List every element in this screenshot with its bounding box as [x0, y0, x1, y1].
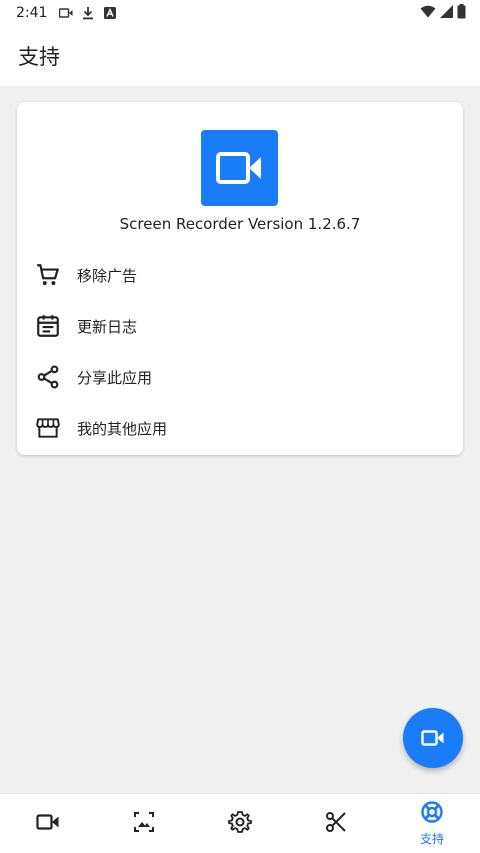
menu-item-remove-ads[interactable]: 移除广告 — [17, 250, 463, 300]
status-right — [420, 3, 466, 23]
store-icon — [35, 415, 61, 441]
video-camera-icon — [421, 730, 444, 746]
changelog-icon — [35, 313, 61, 339]
app-notification-icon — [103, 6, 117, 20]
app-bar: 支持 — [0, 26, 480, 86]
image-icon — [132, 810, 156, 838]
record-fab-button[interactable] — [403, 708, 463, 768]
nav-item-record[interactable] — [0, 794, 96, 853]
nav-item-settings[interactable] — [192, 794, 288, 853]
wifi-icon — [420, 5, 436, 22]
download-icon — [81, 6, 95, 20]
menu-item-share[interactable]: 分享此应用 — [17, 352, 463, 402]
share-icon — [35, 364, 61, 390]
video-notification-icon — [59, 6, 73, 20]
lifebuoy-icon — [420, 800, 444, 828]
nav-item-gallery[interactable] — [96, 794, 192, 853]
menu-item-label: 我的其他应用 — [77, 419, 168, 438]
nav-item-edit[interactable] — [288, 794, 384, 853]
version-text: Screen Recorder Version 1.2.6.7 — [119, 215, 361, 233]
cart-icon — [35, 262, 61, 288]
menu-item-label: 移除广告 — [77, 266, 138, 285]
menu-item-changelog[interactable]: 更新日志 — [17, 301, 463, 351]
status-time: 2:41 — [16, 5, 48, 21]
menu-item-label: 更新日志 — [77, 317, 138, 336]
menu-item-label: 分享此应用 — [77, 368, 153, 387]
battery-icon — [457, 3, 466, 23]
app-logo — [201, 130, 278, 206]
video-camera-icon — [36, 813, 60, 835]
nav-item-support[interactable]: 支持 — [384, 794, 480, 853]
video-camera-icon — [215, 152, 261, 184]
gear-icon — [228, 810, 252, 838]
menu-item-other-apps[interactable]: 我的其他应用 — [17, 403, 463, 453]
bottom-nav: 支持 — [0, 793, 480, 853]
signal-icon — [440, 4, 453, 22]
scissors-icon — [324, 810, 348, 838]
status-bar: 2:41 — [0, 0, 480, 26]
nav-item-label: 支持 — [419, 832, 444, 846]
page-title: 支持 — [18, 45, 60, 69]
support-card: Screen Recorder Version 1.2.6.7 移除广告 更新日… — [17, 102, 463, 455]
